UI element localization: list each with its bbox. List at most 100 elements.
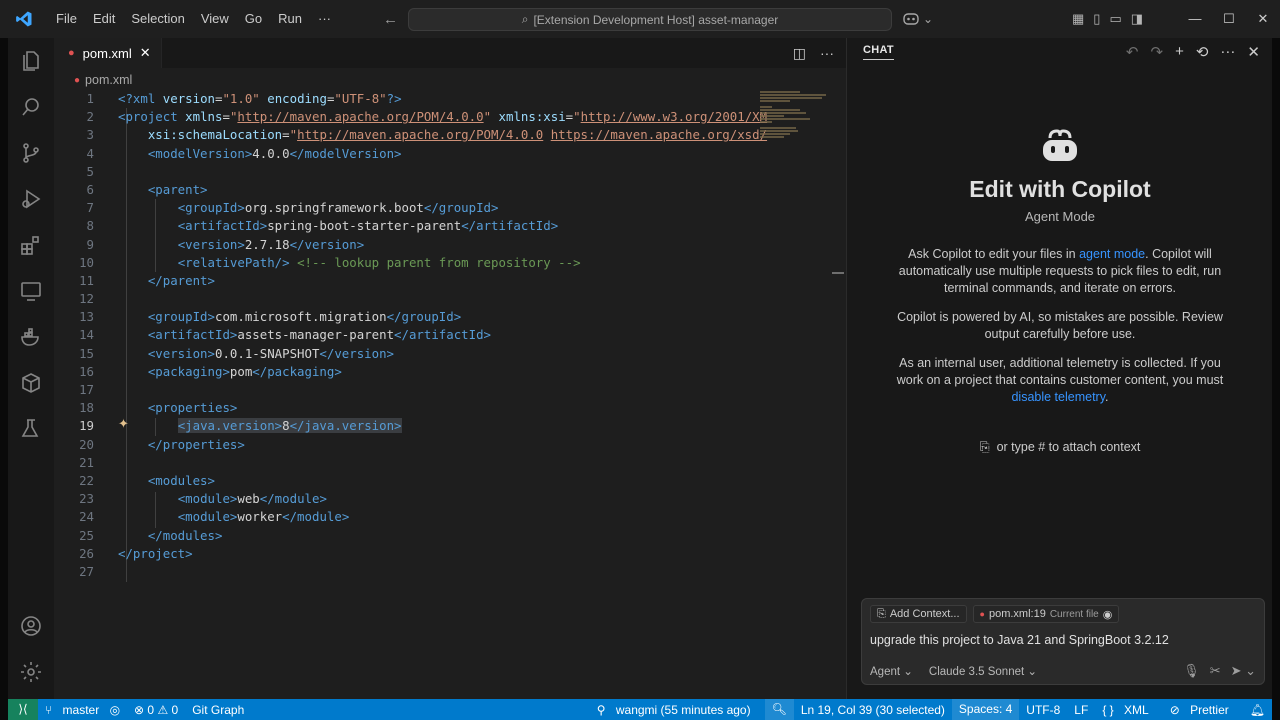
minimap[interactable] [754,90,834,300]
toggle-secondary-sidebar-icon[interactable]: ◨ [1131,11,1143,27]
menu-run[interactable]: Run [270,0,310,38]
docker-icon[interactable] [8,314,54,360]
menu-edit[interactable]: Edit [85,0,123,38]
code-line: 13 <groupId>com.microsoft.migration</gro… [79,309,462,325]
menu-more[interactable]: ··· [310,0,339,38]
mode-selector[interactable]: Agent ⌄ [870,664,913,678]
close-tab-icon[interactable]: ✕ [140,45,151,61]
run-debug-icon[interactable] [8,176,54,222]
testing-icon[interactable] [8,406,54,452]
code-line: 12 [79,291,94,307]
vscode-logo-icon [0,0,48,38]
containers-icon[interactable] [8,360,54,406]
undo-icon[interactable]: ↶ [1126,43,1139,61]
code-line: 18 <properties> [79,400,238,416]
current-file-chip[interactable]: ● pom.xml:19 Current file ◉ [972,605,1120,623]
tools-icon[interactable]: ✂ [1210,663,1221,679]
menu-selection[interactable]: Selection [123,0,192,38]
extensions-icon[interactable] [8,222,54,268]
scrollbar-marker[interactable] [832,272,844,274]
chat-welcome-subtitle: Agent Mode [1024,209,1096,224]
chat-header-title[interactable]: CHAT [863,44,894,60]
back-arrow-icon[interactable]: ← [383,11,398,28]
code-line: 17 [79,382,94,397]
cursor-position[interactable]: Ln 19, Col 39 (30 selected) [794,703,952,717]
settings-gear-icon[interactable] [8,649,54,695]
split-editor-icon[interactable]: ◫ [793,45,806,62]
notifications-bell-icon[interactable]: 🔔︎ [1243,703,1272,717]
code-line-current: 19 <java.version>8</java.version> [79,418,402,434]
eye-icon[interactable]: ◉ [1103,608,1113,621]
account-icon[interactable] [8,603,54,649]
more-actions-icon[interactable]: ··· [1220,43,1235,61]
code-editor[interactable]: 1 <?xml version="1.0" encoding="UTF-8"?> … [54,90,768,581]
microphone-icon[interactable]: 🎙︎ [1183,663,1200,679]
ai-disclaimer: Copilot is powered by AI, so mistakes ar… [897,310,1223,341]
search-icon: ⌕ [521,12,529,26]
telemetry-notice: As an internal user, additional telemetr… [896,356,1224,404]
code-line: 3 xsi:schemaLocation="http://maven.apach… [86,127,768,143]
chat-panel: CHAT ↶ ↷ + ⟲ ··· ✕ Edit with Copilot Age… [846,38,1272,699]
send-icon[interactable]: ➤ ⌄ [1231,663,1256,679]
history-icon[interactable]: ⟲ [1196,43,1209,61]
model-selector[interactable]: Claude 3.5 Sonnet ⌄ [929,664,1037,678]
git-blame-status[interactable]: ⚲ wangmi (55 minutes ago) [590,703,765,717]
activity-bar [8,38,54,699]
paperclip-icon: ⎘ [979,440,990,454]
code-line: 24 <module>worker</module> [79,509,350,525]
minimize-icon[interactable]: — [1178,0,1212,38]
toggle-panel-icon[interactable]: ▭ [1109,11,1121,27]
remote-indicator-icon[interactable]: ⟩⟨ [8,699,38,720]
agent-mode-link[interactable]: agent mode [1079,247,1145,261]
tab-pom-xml[interactable]: ● pom.xml ✕ [54,38,162,68]
copilot-icon[interactable] [903,11,919,28]
menu-go[interactable]: Go [237,0,270,38]
code-line: 25 </modules> [79,527,223,543]
branch-status[interactable]: ⑂ master ◎ [38,703,127,717]
encoding-status[interactable]: UTF-8 [1019,703,1067,717]
menu-file[interactable]: File [48,0,85,38]
code-line: 4 <modelVersion>4.0.0</modelVersion> [86,145,402,161]
tab-label: pom.xml [82,45,132,61]
close-panel-icon[interactable]: ✕ [1247,43,1260,61]
chevron-down-icon[interactable]: ⌄ [923,12,933,26]
status-bar: ⟩⟨ ⑂ master ◎ ⊗ 0 ⚠ 0 Git Graph ⚲ wangmi… [8,699,1272,720]
code-line: 5 [86,163,94,179]
toggle-primary-sidebar-icon[interactable]: ▯ [1093,11,1100,27]
code-line: 6 <parent> [86,181,208,197]
chat-input-box[interactable]: ⎘ Add Context... ● pom.xml:19 Current fi… [861,598,1265,685]
chat-prompt-input[interactable]: upgrade this project to Java 21 and Spri… [862,623,1264,647]
remote-explorer-icon[interactable] [8,268,54,314]
maximize-icon[interactable]: ☐ [1212,0,1246,38]
command-center[interactable]: ⌕ [Extension Development Host] asset-man… [408,8,892,31]
add-context-button[interactable]: ⎘ Add Context... [870,605,967,623]
code-line: 22 <modules> [79,472,215,488]
language-mode[interactable]: { } XML [1095,703,1162,717]
problems-status[interactable]: ⊗ 0 ⚠ 0 [127,703,185,717]
customize-layout-icon[interactable]: ▦ [1072,11,1084,27]
copilot-welcome: Edit with Copilot Agent Mode Ask Copilot… [847,128,1273,455]
close-window-icon[interactable]: ✕ [1246,0,1280,38]
menu-view[interactable]: View [193,0,237,38]
zoom-icon[interactable]: 🔍︎ [764,699,794,720]
menu-bar: File Edit Selection View Go Run ··· [48,0,339,38]
disable-telemetry-link[interactable]: disable telemetry [1011,390,1105,404]
breadcrumb-file[interactable]: pom.xml [85,73,132,87]
redo-icon[interactable]: ↷ [1151,43,1164,61]
prettier-status[interactable]: ⊘ Prettier [1163,703,1243,717]
search-icon[interactable] [8,84,54,130]
copilot-sparkle-icon[interactable]: ✦ [118,416,129,432]
git-graph-button[interactable]: Git Graph [185,703,251,717]
attach-hint: ⎘ or type # to attach context [979,440,1141,454]
explorer-icon[interactable] [8,38,54,84]
code-line: 14 <artifactId>assets-manager-parent</ar… [79,327,492,343]
code-line: 2 <project xmlns="http://maven.apache.org… [86,109,768,125]
new-chat-plus-icon[interactable]: + [1175,43,1184,61]
code-line: 8 <artifactId>spring-boot-starter-parent… [86,218,559,234]
more-actions-icon[interactable]: ··· [820,45,834,61]
code-line: 26 </project> [79,545,193,561]
eol-status[interactable]: LF [1067,703,1095,717]
code-line: 9 <version>2.7.18</version> [86,236,365,252]
source-control-icon[interactable] [8,130,54,176]
indentation-status[interactable]: Spaces: 4 [951,699,1020,720]
